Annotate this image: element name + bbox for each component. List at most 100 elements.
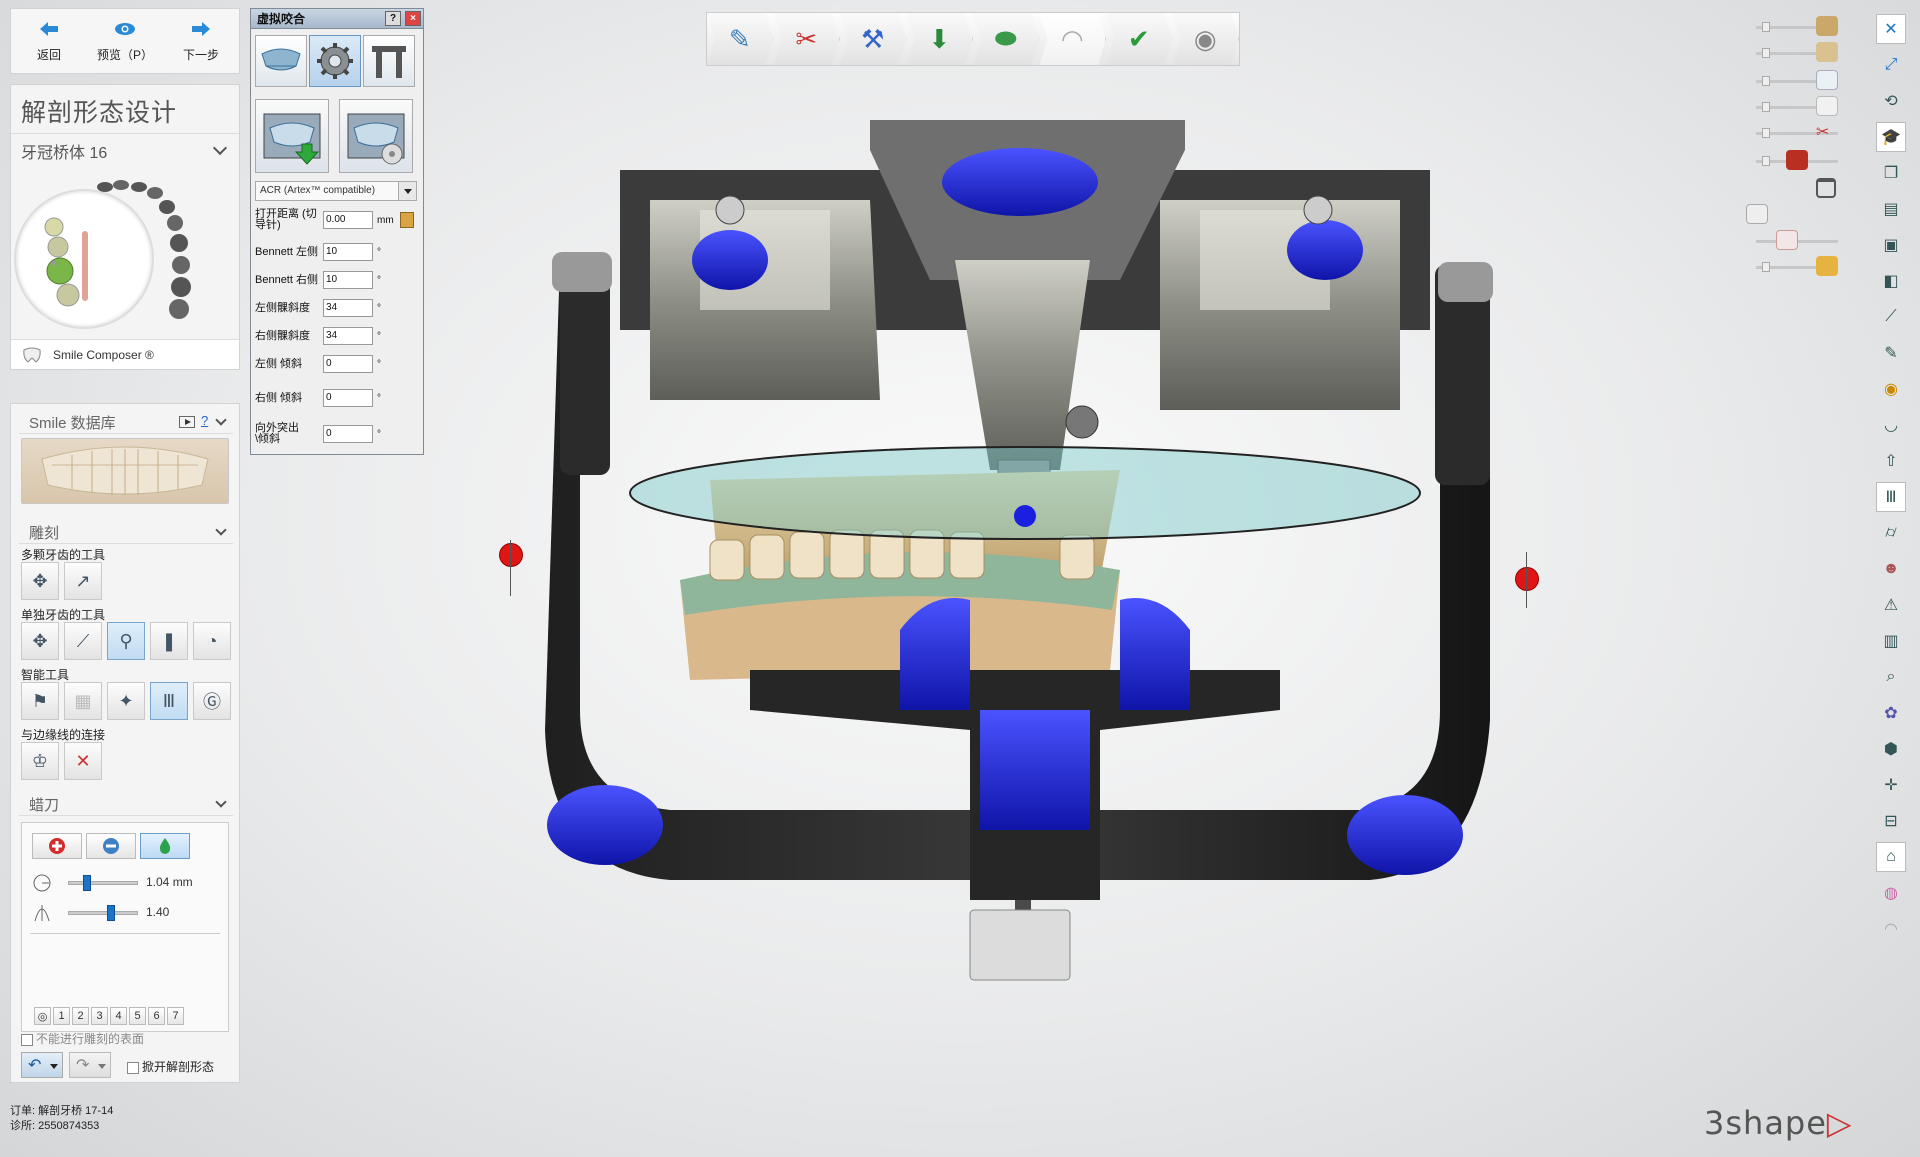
sculpt-header[interactable]: 雕刻 [19, 522, 233, 544]
smile-composer-row[interactable]: Smile Composer ® [11, 339, 239, 369]
preview-button[interactable]: 预览（P） [87, 9, 163, 73]
plane-center-handle[interactable] [1014, 505, 1036, 527]
cylinder-button[interactable]: ⌭ [1876, 518, 1906, 548]
smooth-wax-button[interactable] [140, 833, 190, 859]
smart-contact-tool[interactable]: ⚑ [21, 682, 59, 720]
redo-button[interactable]: ↷ [69, 1052, 111, 1078]
articulator-model-select[interactable]: ACR (Artex™ compatible) [255, 181, 417, 201]
axis-button[interactable]: ✛ [1876, 770, 1906, 800]
workflow-step-anatomy[interactable]: ◠ [1039, 13, 1106, 65]
visibility-slider-upper-jaw[interactable] [1756, 16, 1838, 36]
articulator-3d-view[interactable] [500, 110, 1550, 1070]
smart-gpa-tool[interactable]: Ⓖ [193, 682, 231, 720]
single-adapt-tool[interactable]: ❚ [150, 622, 188, 660]
strength-slider-knob[interactable] [107, 905, 115, 921]
next-button[interactable]: 下一步 [163, 9, 239, 73]
visibility-slider-tooth-lib[interactable] [1756, 230, 1838, 250]
articulator-button[interactable]: Ⅲ [1876, 482, 1906, 512]
tooth-view-button[interactable]: ◡ [1876, 410, 1906, 440]
preset-button[interactable]: 3 [91, 1007, 108, 1025]
wax-knife-header[interactable]: 蜡刀 [19, 794, 233, 816]
multi-move-tool[interactable]: ✥ [21, 562, 59, 600]
preset-button[interactable]: 6 [148, 1007, 165, 1025]
tilt-right-input[interactable]: 0 [323, 389, 373, 407]
smart-snap-tool[interactable]: ✦ [107, 682, 145, 720]
opening-distance-input[interactable]: 0.00 [323, 211, 373, 229]
condyle-knob-left[interactable] [692, 230, 768, 290]
multi-rotate-tool[interactable]: ↗ [64, 562, 102, 600]
slider-knob[interactable] [1762, 48, 1770, 58]
visibility-slider-antagonist[interactable] [1756, 96, 1838, 116]
remove-wax-button[interactable] [86, 833, 136, 859]
condyle-right-input[interactable]: 34 [323, 327, 373, 345]
smart-articulator-tool[interactable]: Ⅲ [150, 682, 188, 720]
rotate-view-button[interactable]: ⟲ [1876, 86, 1906, 116]
camera-button[interactable]: ⌕ [1876, 662, 1906, 692]
undo-button[interactable]: ↶ [21, 1052, 63, 1078]
condyle-knob-right[interactable] [1287, 220, 1363, 280]
visibility-slider-crown[interactable] [1756, 70, 1838, 90]
slider-knob[interactable] [1762, 156, 1770, 166]
workflow-step-gingiva[interactable]: ⬬ [973, 13, 1040, 65]
tilt-left-input[interactable]: 0 [323, 355, 373, 373]
pin-screw[interactable] [1065, 405, 1099, 439]
crown-view-button[interactable]: ⌂ [1876, 842, 1906, 872]
cap-view-button[interactable]: 🎓 [1876, 122, 1906, 152]
visibility-slider-cut[interactable]: ✂ [1756, 124, 1838, 141]
no-sculpt-checkbox[interactable] [21, 1033, 33, 1046]
export-articulator-button[interactable] [339, 99, 413, 173]
copy-view-button[interactable]: ❐ [1876, 158, 1906, 188]
close-view-button[interactable]: ✕ [1876, 14, 1906, 44]
load-articulator-button[interactable] [255, 99, 329, 173]
image-button[interactable]: ▥ [1876, 626, 1906, 656]
visibility-slider-die[interactable] [1756, 150, 1838, 170]
single-scale-tool[interactable]: ⟋ [64, 622, 102, 660]
workflow-step-export[interactable]: ◉ [1172, 13, 1239, 65]
help-link[interactable]: ? [201, 413, 208, 428]
keep-shape-checkbox[interactable] [127, 1061, 139, 1074]
condyle-left-input[interactable]: 34 [323, 299, 373, 317]
preset-button[interactable]: 7 [167, 1007, 184, 1025]
preset-globe-button[interactable]: ◎ [34, 1007, 51, 1025]
workflow-step-margin[interactable]: ✎ [707, 13, 774, 65]
close-button[interactable]: × [405, 11, 421, 26]
snapshot-button[interactable]: ▣ [1876, 230, 1906, 260]
section-button[interactable]: ◧ [1876, 266, 1906, 296]
contact-map-button[interactable]: ◉ [1876, 374, 1906, 404]
smile-library-preview[interactable] [21, 438, 229, 504]
workflow-step-cut[interactable]: ✂ [773, 13, 840, 65]
palette-button[interactable]: ✿ [1876, 698, 1906, 728]
shadow-button[interactable]: ◠ [1876, 914, 1906, 944]
measure-button[interactable]: ⟋ [1876, 302, 1906, 332]
plane-handle-right[interactable] [1516, 568, 1538, 590]
radius-slider-knob[interactable] [83, 875, 91, 891]
preset-button[interactable]: 5 [129, 1007, 146, 1025]
single-morph-tool[interactable]: ⚲ [107, 622, 145, 660]
slider-knob[interactable] [1762, 262, 1770, 272]
strength-slider[interactable] [68, 905, 138, 921]
workflow-step-check[interactable]: ✔ [1106, 13, 1173, 65]
articulator-titlebar[interactable]: 虚拟咬合 ? × [251, 9, 423, 29]
slider-knob[interactable] [1762, 22, 1770, 32]
keep-shape-option[interactable]: 掀开解剖形态 [127, 1058, 214, 1075]
add-wax-button[interactable] [32, 833, 82, 859]
upload-button[interactable]: ⇧ [1876, 446, 1906, 476]
ruler-button[interactable]: ⊟ [1876, 806, 1906, 836]
tooth-selector[interactable]: 牙冠桥体 16 [21, 139, 107, 163]
lock-icon[interactable] [399, 212, 414, 228]
articulator-model-tab[interactable] [363, 35, 415, 87]
slider-knob[interactable] [1762, 76, 1770, 86]
fit-view-button[interactable]: ⤢ [1876, 50, 1906, 80]
back-button[interactable]: 返回 [11, 9, 87, 73]
articulator-settings-tab[interactable] [309, 35, 361, 87]
workflow-step-wand[interactable]: ⚒ [840, 13, 907, 65]
margin-connect-tool[interactable]: ♔ [21, 742, 59, 780]
protrusive-input[interactable]: 0 [323, 425, 373, 443]
preset-button[interactable]: 1 [53, 1007, 70, 1025]
color-wheel-button[interactable]: ◍ [1876, 878, 1906, 908]
slider-knob[interactable] [1762, 102, 1770, 112]
chevron-down-icon[interactable] [398, 182, 416, 200]
play-icon[interactable] [179, 416, 195, 428]
single-shape-tool[interactable]: ◔ [193, 622, 231, 660]
slider-knob[interactable] [1762, 128, 1770, 138]
